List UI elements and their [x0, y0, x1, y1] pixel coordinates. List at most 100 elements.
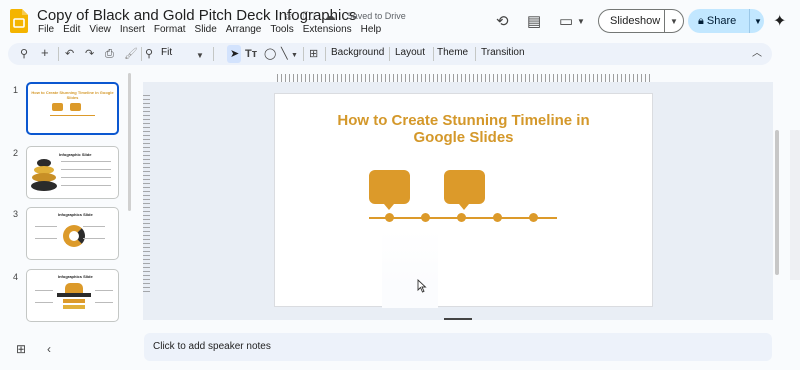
slideshow-dropdown-icon[interactable]: ▼	[665, 17, 678, 26]
timeline-dot[interactable]	[529, 213, 538, 222]
zoom-icon[interactable]: ⚲	[145, 46, 153, 62]
toolbar-divider	[141, 47, 142, 61]
left-ruler	[143, 95, 150, 295]
thumbnail-bubble	[70, 103, 81, 111]
share-dropdown-icon[interactable]: ▼	[750, 17, 762, 26]
slide-thumbnail-2[interactable]: Infographic Slide	[26, 146, 119, 199]
toolbar-divider	[303, 47, 304, 61]
share-button[interactable]: 🔒︎ Share ▼	[688, 9, 764, 33]
select-cursor-icon[interactable]: ➤	[230, 46, 239, 62]
timeline-callout-box[interactable]	[444, 170, 485, 210]
toolbar-divider	[433, 47, 434, 61]
slide-thumbnail-1[interactable]: How to Create Stunning Timeline in Googl…	[26, 82, 119, 135]
slide-title[interactable]: How to Create Stunning Timeline in Googl…	[275, 112, 652, 146]
toolbar: ⚲ + ↶ ↷ ⎙ 🖌︎ ⚲ Fit ▼ ➤ Tт ◯ ╲ ▼ ⊞ Backgr…	[8, 43, 772, 65]
menu-extensions[interactable]: Extensions	[303, 24, 352, 35]
menu-file[interactable]: File	[38, 24, 54, 35]
menu-help[interactable]: Help	[361, 24, 382, 35]
slide-number: 1	[13, 85, 19, 95]
menu-format[interactable]: Format	[154, 24, 186, 35]
menu-tools[interactable]: Tools	[270, 24, 293, 35]
slide-thumbnail-3[interactable]: Infographics Slide	[26, 207, 119, 260]
toolbar-divider	[475, 47, 476, 61]
paint-format-icon[interactable]: 🖌︎	[124, 46, 138, 62]
menu-view[interactable]: View	[89, 24, 111, 35]
thumbnail-ring	[63, 225, 85, 247]
shape-icon[interactable]: ◯	[264, 46, 276, 62]
print-icon[interactable]: ⎙	[105, 46, 114, 62]
move-folder-icon[interactable]: 🗀	[303, 9, 315, 23]
notes-resize-handle[interactable]	[444, 318, 472, 320]
zoom-select[interactable]: Fit	[161, 47, 172, 58]
mouse-pointer-icon	[417, 279, 427, 293]
toolbar-divider	[325, 47, 326, 61]
slide-thumbnail-4[interactable]: Infographics Slide	[26, 269, 119, 322]
line-icon[interactable]: ╲	[281, 46, 288, 62]
timeline-callout-box[interactable]	[369, 170, 410, 210]
redo-icon[interactable]: ↷	[85, 46, 94, 62]
background-button[interactable]: Background	[331, 47, 384, 58]
app-header: Copy of Black and Gold Pitch Deck Infogr…	[0, 0, 800, 40]
slide-number: 2	[13, 148, 19, 158]
timeline-dot[interactable]	[457, 213, 466, 222]
timeline-dot[interactable]	[421, 213, 430, 222]
menu-edit[interactable]: Edit	[63, 24, 80, 35]
undo-icon[interactable]: ↶	[65, 46, 74, 62]
timeline-dot[interactable]	[385, 213, 394, 222]
thumbnail-text-lines	[35, 226, 57, 227]
collapse-filmstrip-icon[interactable]: ‹	[47, 342, 51, 356]
meet-icon[interactable]: ▭	[559, 12, 573, 30]
thumbnail-title: Infographic Slide	[59, 152, 92, 157]
side-panel-edge	[790, 130, 800, 280]
slideshow-button[interactable]: Slideshow ▼	[598, 9, 684, 33]
share-text: Share	[706, 15, 737, 27]
search-menus-icon[interactable]: ⚲	[20, 46, 28, 62]
thumbnail-title: How to Create Stunning Timeline in Googl…	[31, 90, 114, 100]
thumbnail-text-lines	[35, 290, 53, 291]
canvas-scrollbar[interactable]	[775, 130, 779, 275]
toolbar-divider	[58, 47, 59, 61]
meet-dropdown-icon[interactable]: ▼	[577, 17, 585, 26]
slide-editor[interactable]: How to Create Stunning Timeline in Googl…	[274, 93, 653, 308]
zoom-dropdown-icon[interactable]: ▼	[196, 48, 204, 64]
toolbar-divider	[213, 47, 214, 61]
filmstrip-scrollbar[interactable]	[128, 73, 131, 211]
thumbnail-shape	[63, 299, 85, 303]
top-ruler	[277, 74, 653, 82]
speaker-notes[interactable]: Click to add speaker notes	[144, 333, 772, 361]
speaker-notes-placeholder[interactable]: Click to add speaker notes	[153, 341, 271, 352]
version-history-icon[interactable]: ⟲	[496, 12, 509, 30]
line-dropdown-icon[interactable]: ▼	[291, 48, 298, 64]
share-label[interactable]: 🔒︎ Share	[688, 9, 750, 33]
timeline-dot[interactable]	[493, 213, 502, 222]
thumbnail-shape	[65, 283, 83, 293]
slide-title-line-1: How to Create Stunning Timeline in	[337, 112, 590, 129]
thumbnail-title: Infographics Slide	[58, 212, 93, 217]
menu-slide[interactable]: Slide	[195, 24, 217, 35]
text-box-icon[interactable]: Tт	[245, 46, 257, 62]
thumbnail-title: Infographics Slide	[58, 274, 93, 279]
layout-button[interactable]: Layout	[395, 47, 425, 58]
slide-number: 4	[13, 272, 19, 282]
theme-button[interactable]: Theme	[437, 47, 468, 58]
star-icon[interactable]: ☆	[283, 9, 294, 23]
collapse-toolbar-icon[interactable]: ︿	[752, 46, 762, 62]
menu-insert[interactable]: Insert	[120, 24, 145, 35]
transition-button[interactable]: Transition	[481, 47, 525, 58]
cloud-saved-icon: ☁	[323, 9, 336, 23]
grid-view-icon[interactable]: ⊞	[16, 342, 26, 356]
slideshow-label[interactable]: Slideshow	[599, 10, 665, 32]
menu-arrange[interactable]: Arrange	[226, 24, 262, 35]
slides-logo-icon[interactable]	[10, 9, 28, 33]
menu-bar: File Edit View Insert Format Slide Arran…	[38, 24, 381, 35]
thumbnail-shape	[57, 293, 91, 297]
add-comment-icon[interactable]: ⊞	[309, 46, 318, 62]
save-status: Saved to Drive	[346, 11, 406, 21]
slide-title-line-2: Google Slides	[413, 129, 514, 146]
slide-overlay-shape	[382, 230, 438, 308]
gemini-icon[interactable]: ✦	[773, 11, 786, 31]
new-slide-icon[interactable]: +	[41, 45, 49, 61]
toolbar-divider	[389, 47, 390, 61]
slide-number: 3	[13, 209, 19, 219]
comments-icon[interactable]: ▤	[527, 12, 541, 30]
